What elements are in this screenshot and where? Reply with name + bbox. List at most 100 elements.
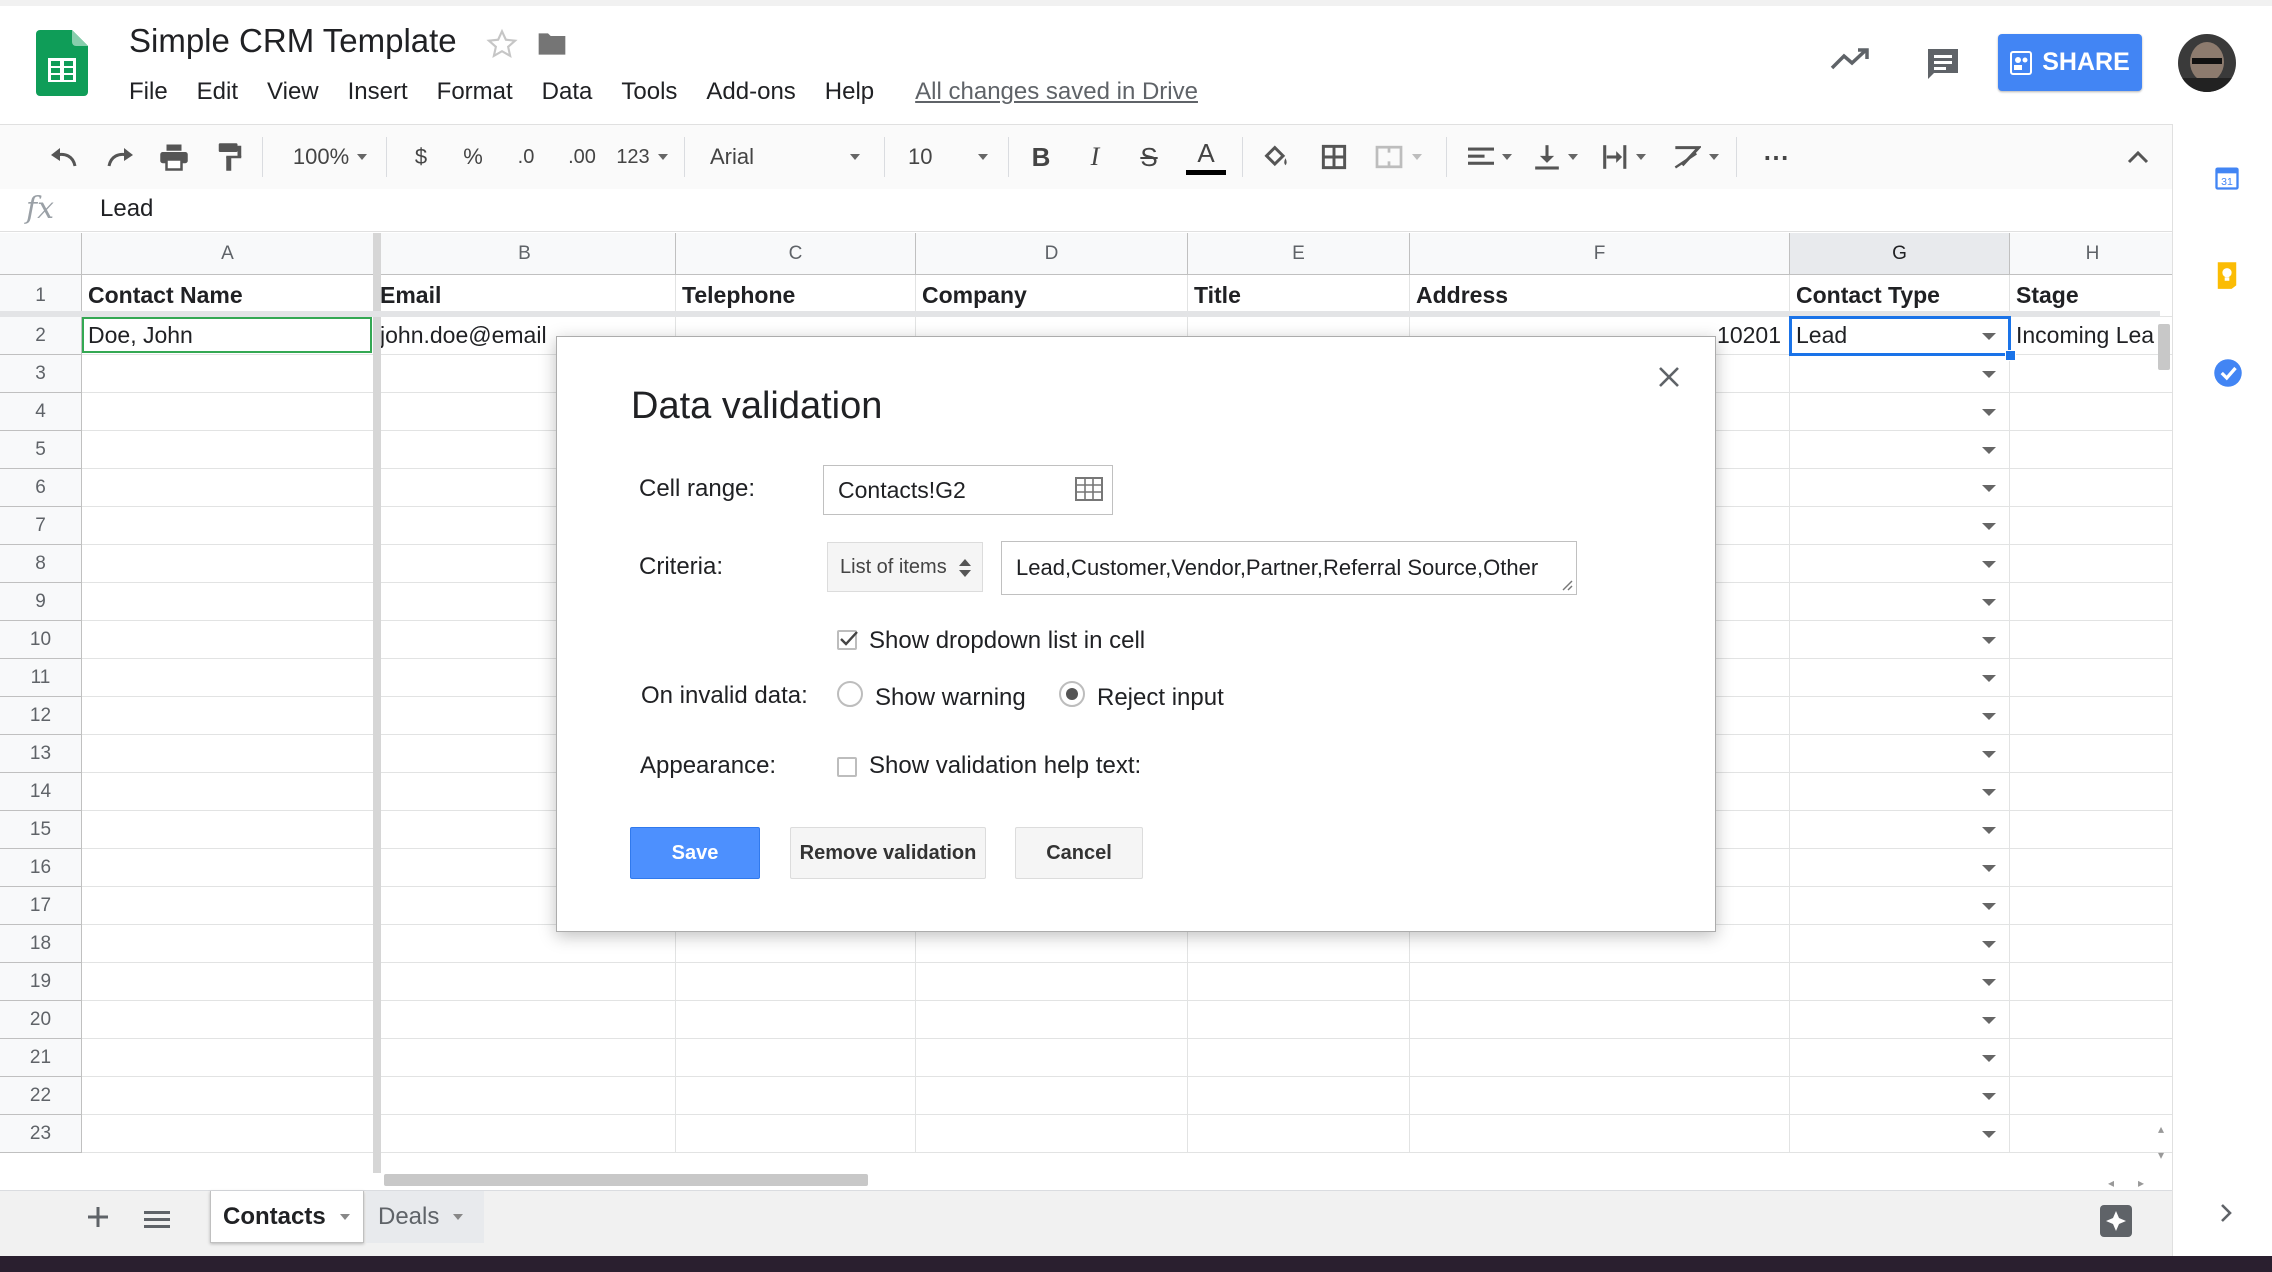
share-button[interactable]: SHARE [1998, 34, 2142, 91]
menu-help[interactable]: Help [825, 78, 874, 106]
dropdown-arrow-icon[interactable] [1982, 523, 1996, 530]
grid-cell[interactable] [1790, 393, 2010, 431]
grid-cell[interactable] [82, 925, 374, 963]
grid-cell[interactable] [1790, 583, 2010, 621]
grid-cell[interactable] [2010, 545, 2172, 583]
grid-cell[interactable] [1790, 507, 2010, 545]
grid-cell[interactable] [1790, 355, 2010, 393]
comments-icon[interactable] [1924, 46, 1962, 82]
vertical-align-icon[interactable] [1526, 125, 1586, 189]
grid-cell[interactable] [1410, 1077, 1790, 1115]
document-title[interactable]: Simple CRM Template [129, 22, 457, 60]
dropdown-arrow-icon[interactable] [1982, 371, 1996, 378]
grid-cell[interactable] [1790, 1001, 2010, 1039]
grid-cell[interactable] [374, 1001, 676, 1039]
grid-cell[interactable] [1790, 811, 2010, 849]
chevron-right-icon[interactable] [2219, 1202, 2233, 1224]
grid-cell[interactable] [1790, 1077, 2010, 1115]
grid-cell[interactable] [374, 1077, 676, 1115]
dropdown-arrow-icon[interactable] [1982, 561, 1996, 568]
grid-cell[interactable] [374, 1039, 676, 1077]
grid-cell[interactable] [2010, 697, 2172, 735]
row-header[interactable]: 9 [0, 583, 82, 621]
criteria-items-input[interactable]: Lead,Customer,Vendor,Partner,Referral So… [1001, 541, 1577, 595]
grid-cell[interactable] [2010, 469, 2172, 507]
select-range-grid-icon[interactable] [1075, 477, 1103, 501]
row-header[interactable]: 6 [0, 469, 82, 507]
sheet-tab-contacts[interactable]: Contacts [210, 1191, 364, 1243]
menu-data[interactable]: Data [542, 78, 593, 106]
frozen-row-divider[interactable] [0, 311, 2160, 317]
grid-cell[interactable] [1790, 887, 2010, 925]
increase-decimals-button[interactable]: .00 [560, 125, 604, 189]
activity-trend-icon[interactable] [1830, 46, 1870, 72]
menu-add-ons[interactable]: Add-ons [706, 78, 795, 106]
grid-cell[interactable] [1790, 1039, 2010, 1077]
column-header[interactable]: G [1790, 233, 2010, 275]
grid-cell[interactable] [374, 1115, 676, 1153]
grid-cell[interactable] [1410, 963, 1790, 1001]
text-wrapping-icon[interactable] [1594, 125, 1654, 189]
grid-cell[interactable] [82, 811, 374, 849]
grid-cell[interactable] [1790, 849, 2010, 887]
grid-cell[interactable] [1790, 431, 2010, 469]
formula-input[interactable]: Lead [100, 195, 153, 223]
grid-cell[interactable] [2010, 621, 2172, 659]
menu-file[interactable]: File [129, 78, 168, 106]
bold-button[interactable]: B [1024, 125, 1058, 189]
grid-cell[interactable] [1790, 697, 2010, 735]
grid-cell[interactable] [1410, 1001, 1790, 1039]
scroll-left-icon[interactable]: ◂ [2108, 1176, 2114, 1190]
column-header[interactable]: F [1410, 233, 1790, 275]
currency-format-button[interactable]: $ [404, 125, 438, 189]
grid-cell[interactable] [2010, 963, 2172, 1001]
avatar[interactable] [2178, 34, 2236, 92]
grid-cell[interactable] [82, 963, 374, 1001]
grid-cell[interactable] [2010, 1039, 2172, 1077]
grid-cell[interactable] [82, 545, 374, 583]
grid-cell[interactable] [82, 887, 374, 925]
help-text-checkbox[interactable] [837, 757, 857, 777]
grid-cell[interactable] [82, 849, 374, 887]
sheet-tab-deals[interactable]: Deals [366, 1191, 484, 1243]
grid-cell[interactable] [2010, 849, 2172, 887]
dropdown-arrow-icon[interactable] [1982, 789, 1996, 796]
row-header[interactable]: 18 [0, 925, 82, 963]
font-size-select[interactable]: 10 [898, 125, 998, 189]
grid-cell[interactable] [1790, 963, 2010, 1001]
explore-icon[interactable] [2100, 1205, 2132, 1237]
dropdown-arrow-icon[interactable] [1982, 713, 1996, 720]
remove-validation-button[interactable]: Remove validation [790, 827, 986, 879]
sheets-logo-icon[interactable] [36, 30, 88, 96]
grid-cell[interactable] [82, 697, 374, 735]
grid-cell[interactable] [2010, 735, 2172, 773]
star-icon[interactable] [486, 28, 518, 60]
scroll-up-icon[interactable]: ▴ [2158, 1122, 2164, 1136]
grid-cell[interactable] [1188, 1039, 1410, 1077]
column-header[interactable]: D [916, 233, 1188, 275]
add-sheet-button[interactable] [86, 1205, 110, 1229]
row-header[interactable]: 21 [0, 1039, 82, 1077]
dropdown-arrow-icon[interactable] [1982, 1017, 1996, 1024]
grid-cell[interactable] [676, 1001, 916, 1039]
fill-color-icon[interactable] [1256, 125, 1296, 189]
menu-tools[interactable]: Tools [621, 78, 677, 106]
grid-cell[interactable] [2010, 1077, 2172, 1115]
dropdown-arrow-icon[interactable] [1982, 447, 1996, 454]
grid-cell[interactable] [2010, 507, 2172, 545]
fill-handle[interactable] [2005, 350, 2016, 361]
grid-cell[interactable] [1410, 1039, 1790, 1077]
menu-insert[interactable]: Insert [348, 78, 408, 106]
dropdown-arrow-icon[interactable] [1982, 409, 1996, 416]
strikethrough-button[interactable]: S [1132, 125, 1166, 189]
grid-cell[interactable] [916, 1039, 1188, 1077]
row-header[interactable]: 22 [0, 1077, 82, 1115]
italic-button[interactable]: I [1078, 125, 1112, 189]
grid-cell[interactable] [82, 1001, 374, 1039]
collapse-menus-icon[interactable] [2118, 125, 2158, 189]
grid-cell[interactable] [2010, 887, 2172, 925]
grid-cell[interactable] [82, 583, 374, 621]
grid-cell[interactable] [82, 773, 374, 811]
grid-cell[interactable] [1188, 1077, 1410, 1115]
show-warning-radio[interactable] [837, 681, 863, 707]
